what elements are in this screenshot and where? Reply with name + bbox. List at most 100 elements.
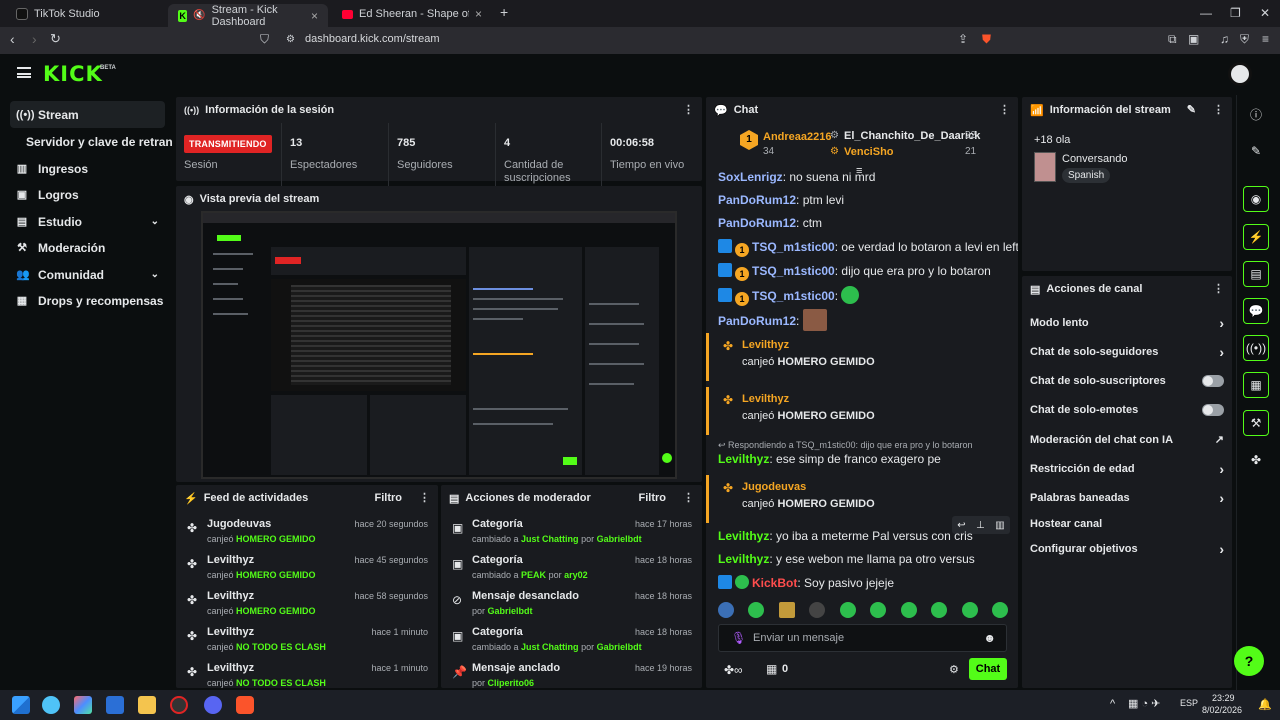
sidebar-item-stream-key[interactable]: Servidor y clave de retransmisión bbox=[26, 135, 172, 149]
emote-icon[interactable] bbox=[870, 602, 887, 618]
settings-icon[interactable]: ⚙ bbox=[949, 663, 959, 676]
extensions-icon[interactable]: ⧉ bbox=[1168, 32, 1177, 47]
ai-moderation-row[interactable]: Moderación del chat con IA ↗ bbox=[1030, 425, 1224, 454]
camera-icon[interactable]: ◉ bbox=[1243, 186, 1269, 212]
info-icon[interactable]: ⓘ bbox=[1243, 101, 1269, 127]
emote-icon[interactable] bbox=[931, 602, 948, 618]
delete-icon[interactable]: ▥ bbox=[995, 520, 1004, 531]
slow-mode-row[interactable]: Modo lento › bbox=[1030, 308, 1224, 337]
close-window-icon[interactable]: ✕ bbox=[1260, 6, 1270, 20]
music-icon[interactable]: ♫ bbox=[1220, 32, 1229, 46]
wrench-icon[interactable]: ⚒ bbox=[1243, 410, 1269, 436]
tab-youtube[interactable]: Ed Sheeran - Shape of You [Lyrics × bbox=[332, 4, 492, 24]
bookmark-icon[interactable]: ⛉ bbox=[260, 32, 269, 47]
send-chat-button[interactable]: Chat bbox=[969, 658, 1007, 680]
stat-live-time: 00:06:58 Tiempo en vivo bbox=[602, 123, 702, 187]
pin-icon[interactable]: ⊥ bbox=[976, 520, 985, 531]
sidebar-item-moderacion[interactable]: ⚒ Moderación bbox=[10, 234, 165, 261]
app-icon[interactable] bbox=[42, 696, 60, 714]
close-tab-icon[interactable]: × bbox=[475, 7, 482, 21]
input-language[interactable]: ESP bbox=[1180, 698, 1198, 708]
tab-kick-dashboard[interactable]: K 🔇 Stream - Kick Dashboard × bbox=[168, 4, 328, 28]
hamburger-menu-icon[interactable] bbox=[17, 67, 31, 78]
discord-icon[interactable] bbox=[204, 696, 222, 714]
mic-icon[interactable]: 🎙 bbox=[731, 631, 746, 645]
list-icon[interactable]: ▦ bbox=[1243, 372, 1269, 398]
language-tag: Spanish bbox=[1062, 168, 1111, 183]
session-info-header: ((•)) Información de la sesión ⋮ bbox=[176, 97, 702, 123]
emote-icon[interactable] bbox=[839, 602, 856, 618]
feed-user: Levilthyz bbox=[207, 590, 255, 602]
sidebar-toggle-icon[interactable]: ▣ bbox=[1188, 32, 1199, 46]
url-field[interactable]: dashboard.kick.com/stream bbox=[305, 33, 440, 45]
followers-only-row[interactable]: Chat de solo-seguidores › bbox=[1030, 337, 1224, 366]
kick-logo[interactable]: KICK bbox=[43, 62, 103, 86]
age-restriction-row[interactable]: Restricción de edad › bbox=[1030, 454, 1224, 483]
community-icon[interactable]: ✤∞ bbox=[724, 663, 743, 677]
banned-words-row[interactable]: Palabras baneadas › bbox=[1030, 483, 1224, 512]
community-icon[interactable]: ✤ bbox=[1243, 447, 1269, 473]
kebab-menu-icon[interactable]: ⋮ bbox=[1213, 282, 1224, 295]
subscribers-only-row[interactable]: Chat de solo-suscriptores bbox=[1030, 366, 1224, 395]
menu-icon[interactable]: ≡ bbox=[1262, 32, 1269, 46]
obs-icon[interactable] bbox=[170, 696, 188, 714]
tray-icons[interactable]: ▦ ◔ ✈ bbox=[1128, 697, 1160, 710]
points-icon[interactable]: ▦ bbox=[766, 662, 777, 676]
filter-button[interactable]: Filtro bbox=[639, 492, 667, 504]
site-info-icon[interactable]: ⚙ bbox=[286, 34, 295, 45]
emote-icon[interactable] bbox=[900, 602, 917, 618]
stream-preview-image[interactable] bbox=[201, 211, 677, 479]
kebab-menu-icon[interactable]: ⋮ bbox=[1213, 103, 1224, 116]
sidebar-item-stream[interactable]: ((•)) Stream bbox=[10, 101, 165, 128]
store-icon[interactable] bbox=[106, 696, 124, 714]
sidebar-item-estudio[interactable]: ▤ Estudio ⌄ bbox=[10, 208, 165, 235]
subscribers-only-toggle[interactable] bbox=[1202, 374, 1224, 387]
kebab-menu-icon[interactable]: ⋮ bbox=[683, 103, 694, 116]
back-icon[interactable]: ‹ bbox=[10, 31, 15, 47]
chat-icon[interactable]: 💬 bbox=[1243, 298, 1269, 324]
emote-icon[interactable] bbox=[778, 602, 795, 618]
vpn-icon[interactable]: ⛨ bbox=[1240, 32, 1249, 47]
close-tab-icon[interactable]: × bbox=[311, 9, 318, 23]
sidebar-item-comunidad[interactable]: 👥 Comunidad ⌄ bbox=[10, 261, 165, 288]
filter-button[interactable]: Filtro bbox=[375, 492, 403, 504]
kebab-menu-icon[interactable]: ⋮ bbox=[683, 491, 694, 504]
copilot-icon[interactable] bbox=[74, 696, 92, 714]
emote-icon[interactable] bbox=[991, 602, 1008, 618]
reload-icon[interactable]: ↻ bbox=[50, 31, 61, 47]
bolt-icon[interactable]: ⚡ bbox=[1243, 224, 1269, 250]
emoji-icon[interactable]: ☻ bbox=[983, 631, 996, 645]
new-tab-button[interactable]: + bbox=[500, 4, 508, 20]
kebab-menu-icon[interactable]: ⋮ bbox=[999, 103, 1010, 116]
kick-icon: K bbox=[178, 9, 188, 22]
notification-icon[interactable]: 🔔 bbox=[1258, 698, 1272, 711]
tray-chevron-icon[interactable]: ^ bbox=[1110, 698, 1115, 710]
emote-icon[interactable] bbox=[809, 602, 826, 618]
forward-icon[interactable]: › bbox=[32, 31, 37, 47]
share-icon[interactable]: ⇪ bbox=[958, 32, 968, 46]
brave-browser-icon[interactable] bbox=[236, 696, 254, 714]
file-explorer-icon[interactable] bbox=[138, 696, 156, 714]
broadcast-icon[interactable]: ((•)) bbox=[1243, 335, 1269, 361]
emotes-only-toggle[interactable] bbox=[1202, 403, 1224, 416]
minimize-icon[interactable]: — bbox=[1200, 6, 1212, 20]
emote-icon[interactable] bbox=[961, 602, 978, 618]
pencil-icon[interactable]: ✎ bbox=[1243, 138, 1269, 164]
help-support-button[interactable]: ? bbox=[1234, 646, 1264, 676]
sidebar-item-ingresos[interactable]: ▥ Ingresos bbox=[10, 155, 165, 182]
emotes-only-row[interactable]: Chat de solo-emotes bbox=[1030, 395, 1224, 424]
edit-icon[interactable]: ✎ bbox=[1187, 103, 1196, 116]
sidebar-item-drops[interactable]: ▦ Drops y recompensas bbox=[10, 287, 165, 314]
kebab-menu-icon[interactable]: ⋮ bbox=[419, 491, 430, 504]
windows-start-icon[interactable] bbox=[12, 696, 30, 714]
restore-icon[interactable]: ❐ bbox=[1230, 6, 1241, 20]
emote-icon[interactable] bbox=[718, 602, 734, 618]
tab-tiktok-studio[interactable]: TikTok Studio bbox=[6, 4, 166, 24]
chat-input[interactable]: 🎙 Enviar un mensaje ☻ bbox=[718, 624, 1007, 652]
brave-shield-icon[interactable]: ⛊ bbox=[982, 32, 991, 47]
emote-icon[interactable] bbox=[748, 602, 765, 618]
user-avatar[interactable] bbox=[1228, 62, 1252, 86]
document-icon[interactable]: ▤ bbox=[1243, 261, 1269, 287]
sidebar-item-logros[interactable]: ▣ Logros bbox=[10, 181, 165, 208]
goals-row[interactable]: Configurar objetivos › bbox=[1030, 534, 1224, 563]
